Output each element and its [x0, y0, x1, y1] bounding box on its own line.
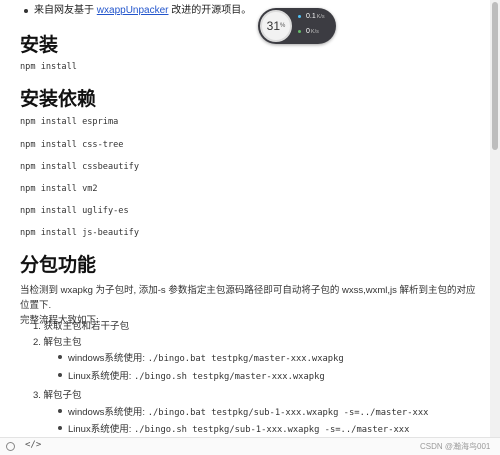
intro-text-after: 改进的开源项目。: [171, 5, 252, 16]
intro-text-before: 来自网友基于: [34, 5, 94, 16]
code-view-icon[interactable]: </>: [25, 440, 41, 450]
sub-cmd-linux: Linux系统使用: ./bingo.sh testpkg/sub-1-xxx.…: [57, 421, 410, 435]
document-content: 来自网友基于 wxappUnpacker 改进的开源项目。 安装 npm ins…: [0, 0, 488, 437]
upload-unit: K/s: [316, 14, 325, 20]
cmd-code: ./bingo.bat testpkg/sub-1-xxx.wxapkg -s=…: [147, 408, 429, 418]
sub-cmd-windows: windows系统使用: ./bingo.bat testpkg/sub-1-x…: [57, 404, 429, 418]
csdn-watermark: CSDN @瀚海鸟001: [420, 442, 491, 451]
deps-command: npm install vm2: [20, 184, 98, 194]
cmd-code: ./bingo.bat testpkg/master-xxx.wxapkg: [147, 354, 344, 364]
download-dot-icon: [298, 29, 301, 33]
vertical-scrollbar[interactable]: [490, 0, 500, 437]
cmd-label: windows系统使用:: [68, 407, 148, 418]
main-cmd-windows: windows系统使用: ./bingo.bat testpkg/master-…: [58, 350, 344, 364]
network-monitor-widget[interactable]: 31% 0.1K/s 0K/s: [258, 8, 336, 44]
cpu-percent: 31: [266, 19, 280, 33]
cmd-code: ./bingo.sh testpkg/master-xxx.wxapkg: [134, 372, 325, 382]
upload-dot-icon: [298, 14, 301, 18]
deps-command: npm install cssbeautify: [20, 162, 139, 172]
deps-command: npm install esprima: [20, 117, 119, 127]
deps-command: npm install css-tree: [20, 140, 124, 150]
deps-heading: 安装依赖: [20, 88, 97, 110]
cmd-label: Linux系统使用:: [68, 424, 134, 435]
bottom-bar: </> CSDN @瀚海鸟001: [0, 437, 500, 455]
percent-sign: %: [280, 23, 286, 29]
cpu-usage-circle: 31%: [260, 10, 292, 42]
main-cmd-linux: Linux系统使用: ./bingo.sh testpkg/master-xxx…: [58, 368, 325, 382]
step-item: 1. 获取主包和若干子包: [33, 321, 130, 332]
upload-value: 0.1: [306, 13, 316, 20]
download-value: 0: [306, 28, 310, 35]
deps-command: npm install js-beautify: [20, 228, 139, 238]
download-speed: 0K/s: [298, 28, 319, 35]
upload-speed: 0.1K/s: [298, 13, 325, 20]
step-item: 2. 解包主包: [33, 337, 82, 348]
cmd-code: ./bingo.sh testpkg/sub-1-xxx.wxapkg -s=.…: [134, 425, 410, 435]
subpkg-para-line: 当检测到 wxapkg 为子包时, 添加-s 参数指定主包源码路径即可自动将子包…: [20, 285, 476, 311]
step-item: 3. 解包子包: [33, 390, 82, 401]
intro-item: 来自网友基于 wxappUnpacker 改进的开源项目。: [20, 3, 440, 18]
circle-icon[interactable]: [6, 442, 15, 451]
download-unit: K/s: [310, 29, 319, 35]
cmd-label: Linux系统使用:: [68, 371, 134, 382]
scrollbar-thumb[interactable]: [492, 2, 498, 150]
install-command: npm install: [20, 62, 77, 72]
install-heading: 安装: [20, 34, 59, 56]
wxappunpacker-link[interactable]: wxappUnpacker: [97, 5, 169, 16]
cmd-label: windows系统使用:: [68, 353, 148, 364]
subpkg-heading: 分包功能: [20, 254, 97, 276]
intro-list: 来自网友基于 wxappUnpacker 改进的开源项目。: [20, 3, 440, 18]
deps-command: npm install uglify-es: [20, 206, 129, 216]
